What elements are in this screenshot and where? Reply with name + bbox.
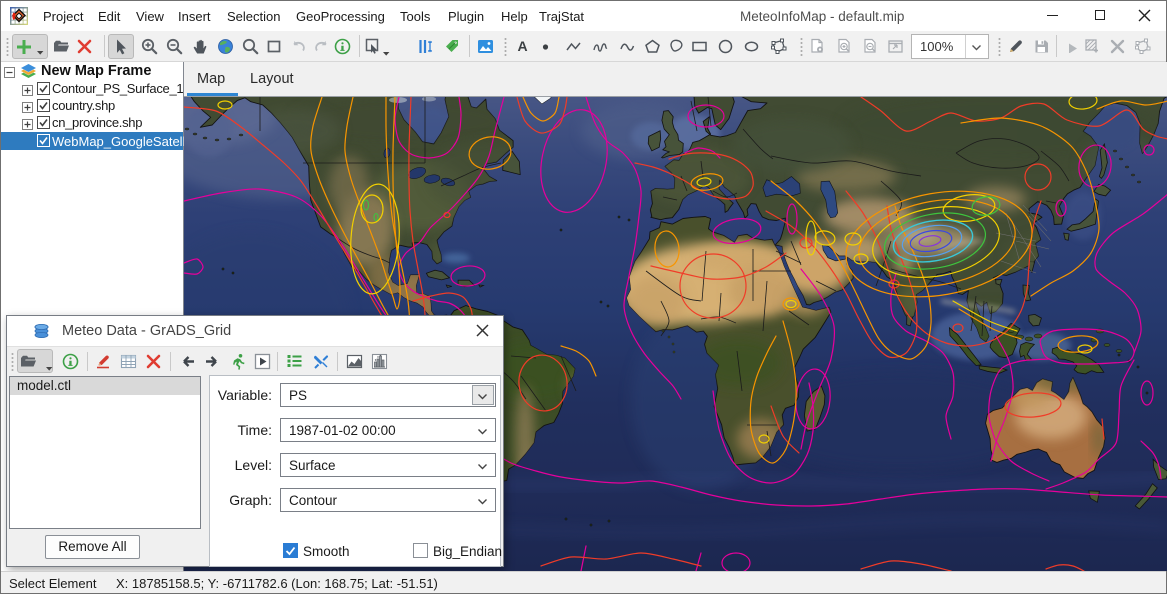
svg-text:A: A	[517, 38, 527, 54]
